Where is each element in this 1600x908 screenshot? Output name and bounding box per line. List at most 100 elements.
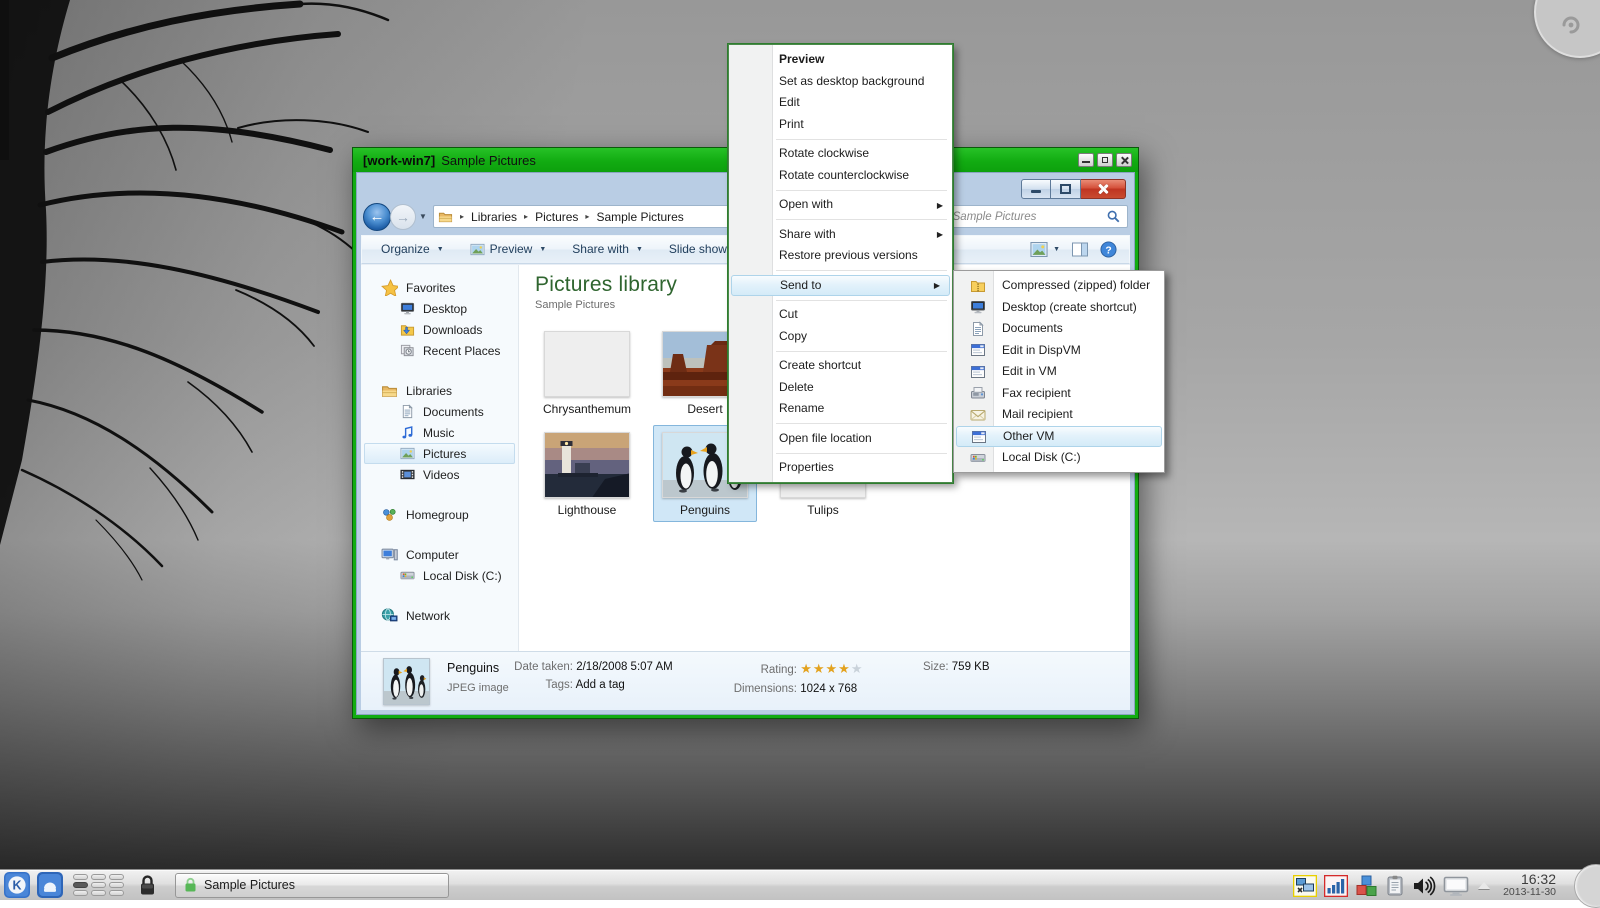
pager-desktop-6[interactable]	[109, 882, 124, 888]
context-menu-item-print[interactable]: Print	[729, 114, 952, 136]
sidebar-section-network[interactable]: Network	[361, 605, 518, 626]
pager-desktop-3[interactable]	[109, 874, 124, 880]
toolbar-button-organize[interactable]: Organize▼	[372, 238, 453, 260]
context-menu-item-properties[interactable]: Properties	[729, 457, 952, 479]
virtual-desktop-pager[interactable]	[73, 874, 124, 896]
qubes-vm-manager-tray-icon[interactable]	[1293, 875, 1317, 897]
sidebar-item-recent-places[interactable]: Recent Places	[364, 340, 515, 361]
sidebar-section-homegroup[interactable]: Homegroup	[361, 504, 518, 525]
context-menu-item-rotate-counterclockwise[interactable]: Rotate counterclockwise	[729, 165, 952, 187]
context-menu-item-delete[interactable]: Delete	[729, 377, 952, 399]
preview-pane-button[interactable]	[1072, 242, 1088, 257]
pager-desktop-1[interactable]	[73, 874, 88, 880]
details-file-name: Penguins	[447, 661, 509, 675]
sidebar-section-favorites[interactable]: Favorites	[361, 277, 518, 298]
breadcrumb-segment-libraries[interactable]: Libraries	[471, 210, 517, 224]
views-dropdown-icon[interactable]: ▼	[1053, 246, 1060, 253]
help-button[interactable]: ?	[1100, 241, 1117, 258]
context-menu-item-preview[interactable]: Preview	[729, 49, 952, 71]
sidebar-item-downloads[interactable]: Downloads	[364, 319, 515, 340]
rating-star-icon[interactable]: ★	[851, 661, 864, 676]
send-to-item-edit-in-vm[interactable]: Edit in VM	[954, 361, 1164, 383]
sidebar-item-desktop[interactable]: Desktop	[364, 298, 515, 319]
network-signal-tray-icon[interactable]	[1324, 875, 1348, 897]
recent-pages-dropdown-icon[interactable]: ▼	[416, 212, 430, 221]
rating-star-icon[interactable]: ★	[838, 661, 851, 676]
send-to-item-fax-recipient[interactable]: Fax recipient	[954, 383, 1164, 405]
send-to-item-desktop-create-shortcut[interactable]: Desktop (create shortcut)	[954, 297, 1164, 319]
rating-star-icon[interactable]: ★	[813, 661, 826, 676]
breadcrumb-separator-icon[interactable]: ▸	[585, 212, 589, 221]
sidebar-item-local-disk-c[interactable]: Local Disk (C:)	[364, 565, 515, 586]
pager-desktop-7[interactable]	[73, 890, 88, 896]
lock-screen-icon[interactable]	[134, 872, 161, 899]
menu-item-label: Local Disk (C:)	[1002, 450, 1081, 464]
context-menu-item-cut[interactable]: Cut	[729, 304, 952, 326]
pager-desktop-5[interactable]	[91, 882, 106, 888]
qubes-launcher-icon[interactable]	[36, 872, 63, 899]
context-menu-item-open-file-location[interactable]: Open file location	[729, 428, 952, 450]
plasma-cashew-icon[interactable]	[1534, 0, 1600, 58]
breadcrumb-separator-icon[interactable]: ▸	[460, 212, 464, 221]
context-menu-item-open-with[interactable]: Open with▶	[729, 194, 952, 216]
taskbar-clock[interactable]: 16:32 2013-11-30	[1503, 872, 1556, 899]
context-menu-item-create-shortcut[interactable]: Create shortcut	[729, 355, 952, 377]
sidebar-section-libraries[interactable]: Libraries	[361, 380, 518, 401]
sidebar-section-label: Computer	[406, 548, 459, 562]
context-menu-item-rename[interactable]: Rename	[729, 398, 952, 420]
pager-desktop-8[interactable]	[91, 890, 106, 896]
maximize-button[interactable]	[1051, 179, 1081, 199]
toolbar-button-preview[interactable]: Preview▼	[461, 238, 556, 261]
vm-maximize-button[interactable]	[1097, 153, 1113, 167]
toolbar-button-share-with[interactable]: Share with▼	[563, 238, 652, 260]
clipboard-tray-icon[interactable]	[1385, 875, 1405, 897]
send-to-item-other-vm[interactable]: Other VM	[956, 426, 1162, 448]
display-tray-icon[interactable]	[1443, 875, 1469, 897]
breadcrumb-separator-icon[interactable]: ▸	[524, 212, 528, 221]
breadcrumb-segment-pictures[interactable]: Pictures	[535, 210, 578, 224]
file-tile-chrysanthemum[interactable]: Chrysanthemum	[535, 324, 639, 421]
context-menu-item-rotate-clockwise[interactable]: Rotate clockwise	[729, 143, 952, 165]
sidebar-section-computer[interactable]: Computer	[361, 544, 518, 565]
file-tile-lighthouse[interactable]: Lighthouse	[535, 425, 639, 522]
breadcrumb-segment-sample-pictures[interactable]: Sample Pictures	[596, 210, 683, 224]
volume-tray-icon[interactable]	[1412, 875, 1436, 897]
rating-star-icon[interactable]: ★	[826, 661, 839, 676]
send-to-item-local-disk-c[interactable]: Local Disk (C:)	[954, 447, 1164, 469]
context-menu-item-set-as-desktop-background[interactable]: Set as desktop background	[729, 71, 952, 93]
vm-minimize-button[interactable]	[1078, 153, 1094, 167]
forward-button[interactable]: →	[390, 204, 416, 230]
toolbar-button-slide-show[interactable]: Slide show	[660, 238, 736, 260]
close-button[interactable]	[1081, 179, 1126, 199]
context-menu-item-restore-previous-versions[interactable]: Restore previous versions	[729, 245, 952, 267]
pager-desktop-9[interactable]	[109, 890, 124, 896]
views-button[interactable]: ▼	[1030, 242, 1060, 257]
tray-expand-arrow-icon[interactable]	[1478, 882, 1490, 889]
send-to-item-mail-recipient[interactable]: Mail recipient	[954, 404, 1164, 426]
sidebar-item-documents[interactable]: Documents	[364, 401, 515, 422]
send-to-item-documents[interactable]: Documents	[954, 318, 1164, 340]
send-to-submenu: Compressed (zipped) folderDesktop (creat…	[953, 270, 1165, 473]
send-to-item-compressed-zipped-folder[interactable]: Compressed (zipped) folder	[954, 275, 1164, 297]
rating-star-icon[interactable]: ★	[800, 661, 813, 676]
context-menu-item-share-with[interactable]: Share with▶	[729, 224, 952, 246]
sidebar-item-videos[interactable]: Videos	[364, 464, 515, 485]
rating-stars[interactable]: ★★★★★	[800, 664, 863, 676]
context-menu-item-send-to[interactable]: Send to▶	[731, 275, 950, 297]
sidebar-item-music[interactable]: Music	[364, 422, 515, 443]
context-menu-item-edit[interactable]: Edit	[729, 92, 952, 114]
context-menu-item-copy[interactable]: Copy	[729, 326, 952, 348]
sidebar-item-pictures[interactable]: Pictures	[364, 443, 515, 464]
kde-menu-button[interactable]: K	[3, 872, 30, 899]
minimize-button[interactable]	[1021, 179, 1051, 199]
pager-desktop-4[interactable]	[73, 882, 88, 888]
back-button[interactable]: ←	[363, 203, 391, 231]
details-tags-value[interactable]: Add a tag	[576, 679, 625, 691]
qubes-devices-tray-icon[interactable]	[1355, 875, 1378, 897]
send-to-item-edit-in-dispvm[interactable]: Edit in DispVM	[954, 340, 1164, 362]
vm-close-button[interactable]	[1116, 153, 1132, 167]
context-menu: PreviewSet as desktop backgroundEditPrin…	[728, 44, 953, 483]
taskbar-window-button[interactable]: Sample Pictures	[175, 873, 449, 898]
search-icon[interactable]	[1106, 209, 1121, 224]
pager-desktop-2[interactable]	[91, 874, 106, 880]
